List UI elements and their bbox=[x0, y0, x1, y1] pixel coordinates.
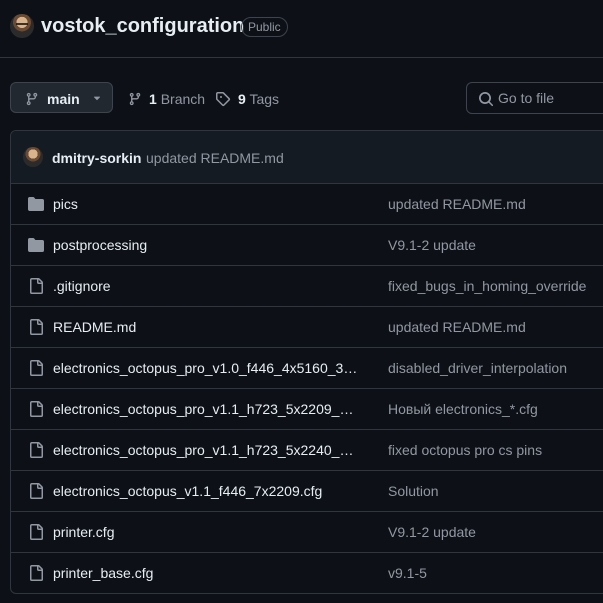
commit-author-avatar[interactable] bbox=[23, 147, 43, 167]
file-commit-message-link[interactable]: disabled_driver_interpolation bbox=[388, 360, 567, 376]
file-commit-message-link[interactable]: V9.1-2 update bbox=[388, 524, 476, 540]
file-icon bbox=[28, 483, 44, 504]
file-commit-message-link[interactable]: fixed_bugs_in_homing_override bbox=[388, 278, 586, 294]
file-name-link[interactable]: electronics_octopus_pro_v1.1_h723_5x2240… bbox=[53, 442, 358, 458]
file-row[interactable]: electronics_octopus_pro_v1.1_h723_5x2209… bbox=[11, 389, 603, 430]
file-row[interactable]: pics updated README.md bbox=[11, 184, 603, 225]
file-commit-message-link[interactable]: V9.1-2 update bbox=[388, 237, 476, 253]
search-icon bbox=[479, 92, 494, 107]
file-table: dmitry-sorkin updated README.md pics upda… bbox=[10, 130, 603, 594]
file-icon bbox=[28, 319, 44, 340]
branch-name: main bbox=[47, 91, 80, 107]
file-row[interactable]: electronics_octopus_v1.1_f446_7x2209.cfg… bbox=[11, 471, 603, 512]
branch-icon bbox=[129, 92, 141, 106]
file-commit-message-link[interactable]: fixed octopus pro cs pins bbox=[388, 442, 542, 458]
file-icon bbox=[28, 401, 44, 422]
file-list: pics updated README.md postprocessing V9.1-… bbox=[11, 184, 603, 593]
tags-link[interactable]: 9 Tags bbox=[215, 91, 279, 107]
branches-label: Branch bbox=[160, 91, 206, 107]
tags-count: 9 bbox=[238, 91, 246, 107]
file-icon bbox=[28, 360, 44, 381]
file-icon bbox=[28, 278, 44, 299]
file-commit-message-link[interactable]: updated README.md bbox=[388, 319, 526, 335]
visibility-badge: Public bbox=[241, 17, 288, 37]
file-row[interactable]: printer_base.cfg v9.1-5 bbox=[11, 553, 603, 593]
repo-header: vostok_configuration Public bbox=[0, 0, 603, 58]
folder-icon bbox=[28, 237, 44, 258]
go-to-file-search[interactable] bbox=[466, 82, 603, 114]
file-name-link[interactable]: printer.cfg bbox=[53, 524, 358, 540]
branch-icon bbox=[26, 92, 38, 106]
file-name-link[interactable]: electronics_octopus_pro_v1.0_f446_4x5160… bbox=[53, 360, 358, 376]
file-row[interactable]: .gitignore fixed_bugs_in_homing_override bbox=[11, 266, 603, 307]
branches-count: 1 bbox=[149, 91, 157, 107]
repository-page: vostok_configuration Public main 1 Branc… bbox=[0, 0, 603, 603]
file-commit-message-link[interactable]: Solution bbox=[388, 483, 439, 499]
file-row[interactable]: postprocessing V9.1-2 update bbox=[11, 225, 603, 266]
owner-avatar[interactable] bbox=[10, 14, 34, 38]
file-commit-message-link[interactable]: Новый electronics_*.cfg bbox=[388, 401, 538, 417]
chevron-down-icon bbox=[93, 96, 101, 101]
file-icon bbox=[28, 442, 44, 463]
tag-icon bbox=[216, 92, 231, 107]
branches-link[interactable]: 1 Branch bbox=[128, 91, 205, 107]
commit-message-link[interactable]: updated README.md bbox=[146, 150, 284, 166]
file-icon bbox=[28, 524, 44, 545]
file-name-link[interactable]: README.md bbox=[53, 319, 358, 335]
repo-name-link[interactable]: vostok_configuration bbox=[41, 14, 244, 38]
file-row[interactable]: electronics_octopus_pro_v1.0_f446_4x5160… bbox=[11, 348, 603, 389]
file-name-link[interactable]: printer_base.cfg bbox=[53, 565, 358, 581]
file-row[interactable]: printer.cfg V9.1-2 update bbox=[11, 512, 603, 553]
file-commit-message-link[interactable]: updated README.md bbox=[388, 196, 526, 212]
commit-author-link[interactable]: dmitry-sorkin bbox=[52, 150, 141, 166]
tags-label: Tags bbox=[249, 91, 280, 107]
file-name-link[interactable]: postprocessing bbox=[53, 237, 358, 253]
file-row[interactable]: README.md updated README.md bbox=[11, 307, 603, 348]
file-name-link[interactable]: electronics_octopus_v1.1_f446_7x2209.cfg bbox=[53, 483, 358, 499]
file-commit-message-link[interactable]: v9.1-5 bbox=[388, 565, 427, 581]
file-icon bbox=[28, 565, 44, 586]
folder-icon bbox=[28, 196, 44, 217]
file-name-link[interactable]: electronics_octopus_pro_v1.1_h723_5x2209… bbox=[53, 401, 358, 417]
file-row[interactable]: electronics_octopus_pro_v1.1_h723_5x2240… bbox=[11, 430, 603, 471]
file-name-link[interactable]: .gitignore bbox=[53, 278, 358, 294]
branch-selector-button[interactable]: main bbox=[10, 82, 113, 113]
latest-commit-bar: dmitry-sorkin updated README.md bbox=[11, 131, 603, 184]
file-name-link[interactable]: pics bbox=[53, 196, 358, 212]
go-to-file-input[interactable] bbox=[498, 88, 603, 108]
